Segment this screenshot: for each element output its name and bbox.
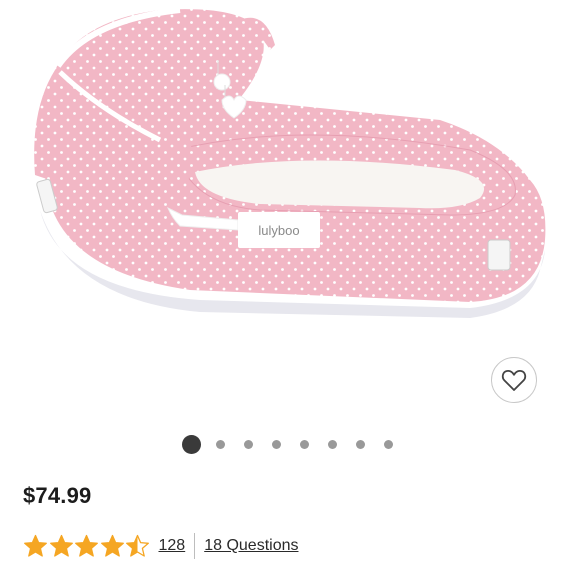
carousel-pagination	[182, 434, 412, 454]
star-icon	[126, 534, 149, 557]
star-icon	[75, 534, 98, 557]
reviews-count-link[interactable]: 128	[159, 537, 186, 555]
brand-logo-text: lulyboo	[258, 223, 299, 238]
questions-link[interactable]: 18 Questions	[204, 537, 298, 555]
product-price: $74.99	[23, 483, 92, 508]
carousel-dot[interactable]	[244, 439, 253, 449]
carousel-dot[interactable]	[384, 439, 393, 449]
carousel-dot[interactable]	[272, 439, 281, 449]
product-image[interactable]: lulyboo	[0, 0, 580, 420]
carousel-dot[interactable]	[328, 439, 337, 449]
carousel-dot[interactable]	[182, 434, 201, 454]
bassinet-illustration: lulyboo	[34, 7, 546, 318]
carousel-dot[interactable]	[216, 439, 225, 449]
rating-summary: 128 18 Questions	[23, 531, 298, 561]
star-icon	[49, 534, 73, 557]
heart-icon	[501, 370, 527, 391]
carousel-dot[interactable]	[356, 439, 365, 449]
star-icon	[24, 534, 47, 557]
wishlist-button[interactable]	[491, 357, 537, 403]
carousel-dot[interactable]	[300, 439, 309, 449]
divider	[194, 533, 196, 559]
star-icon	[100, 534, 124, 557]
rating-stars[interactable]	[23, 534, 151, 559]
